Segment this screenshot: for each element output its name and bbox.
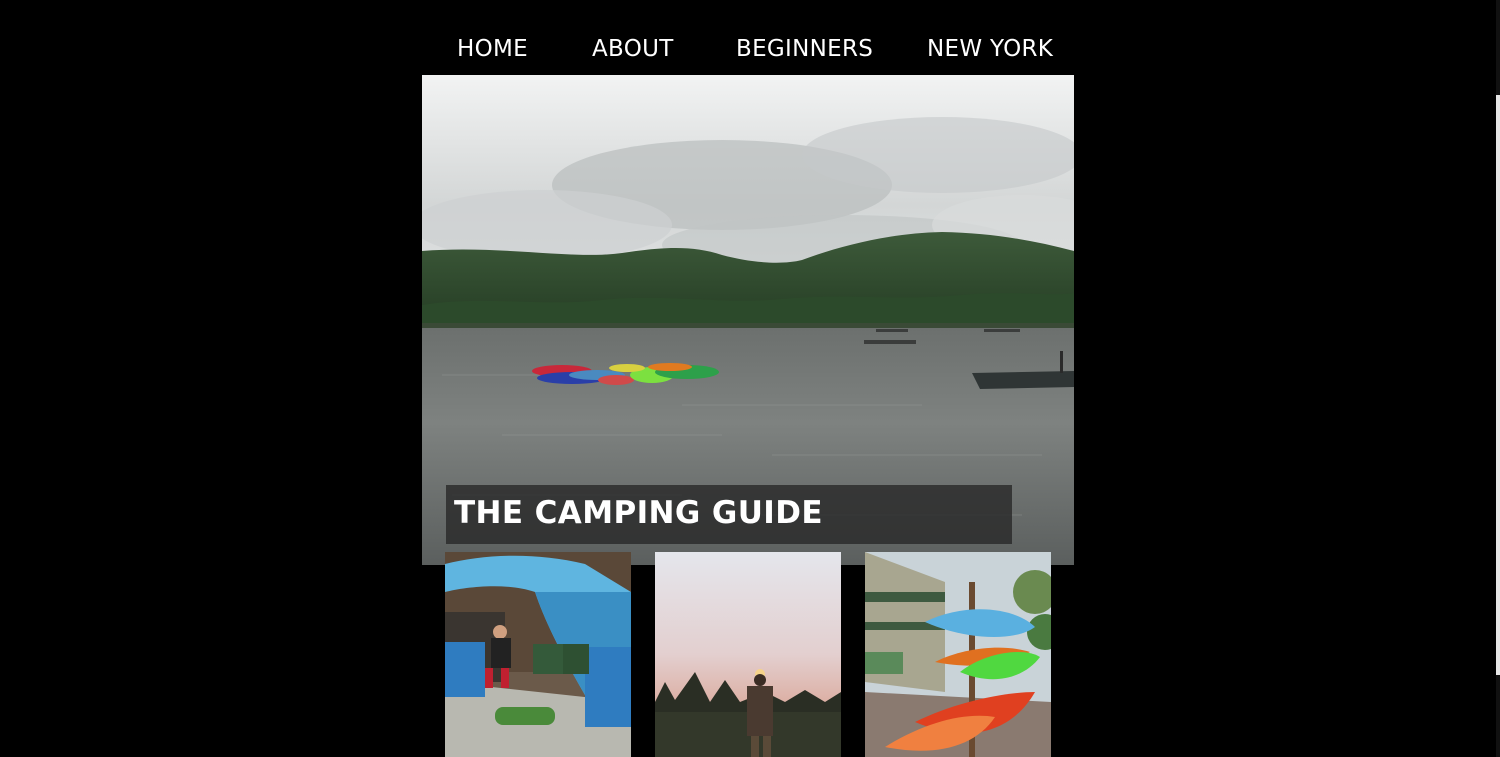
hero-banner: THE CAMPING GUIDE (422, 75, 1074, 565)
nav-home-link[interactable]: HOME (457, 30, 528, 68)
hero-title: THE CAMPING GUIDE (454, 495, 823, 531)
gallery-image-sunset[interactable] (655, 552, 841, 757)
nav-new-york-link[interactable]: NEW YORK (927, 30, 1053, 68)
tent-photo (445, 552, 631, 757)
sunset-photo (655, 552, 841, 757)
gallery-image-kayak-rack[interactable] (865, 552, 1051, 757)
scrollbar-thumb[interactable] (1496, 95, 1500, 675)
gallery-image-tent[interactable] (445, 552, 631, 757)
hero-title-box: THE CAMPING GUIDE (446, 485, 1012, 544)
kayak-rack-photo (865, 552, 1051, 757)
main-nav: HOME ABOUT BEGINNERS NEW YORK (422, 30, 1074, 70)
nav-beginners-link[interactable]: BEGINNERS (736, 30, 873, 68)
nav-about-link[interactable]: ABOUT (592, 30, 674, 68)
